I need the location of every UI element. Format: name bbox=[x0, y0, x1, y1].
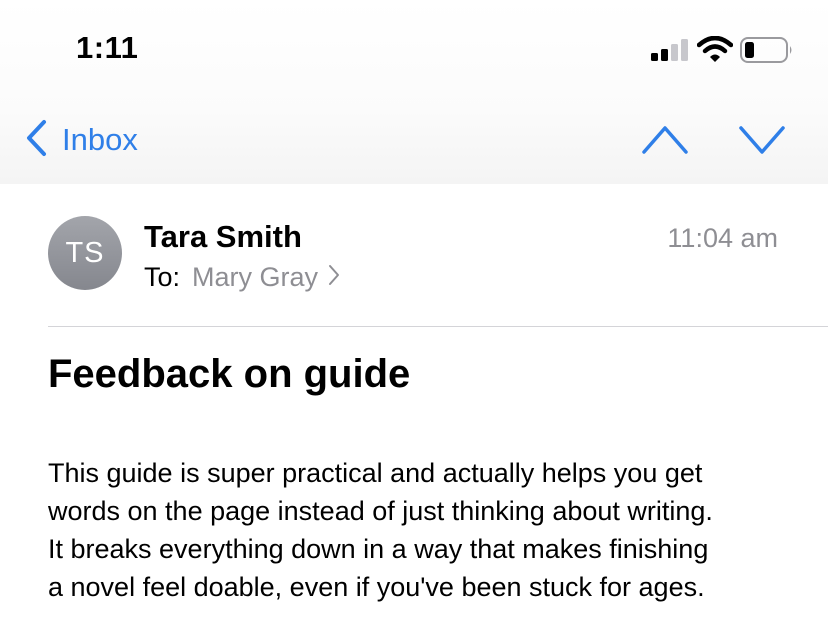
cellular-signal-icon bbox=[651, 38, 689, 67]
sender-name[interactable]: Tara Smith bbox=[144, 219, 302, 255]
chevron-left-icon bbox=[24, 119, 48, 162]
body-line: This guide is super practical and actual… bbox=[48, 458, 703, 488]
body-line: words on the page instead of just thinki… bbox=[48, 496, 713, 526]
avatar[interactable]: TS bbox=[48, 216, 122, 290]
recipients-row[interactable]: To: Mary Gray bbox=[144, 262, 340, 293]
body-line: a novel feel doable, even if you've been… bbox=[48, 572, 705, 602]
avatar-initials: TS bbox=[65, 236, 105, 269]
recipient-name: Mary Gray bbox=[192, 262, 319, 292]
to-label: To: bbox=[144, 262, 181, 292]
message-subject: Feedback on guide bbox=[48, 352, 411, 396]
back-to-inbox-button[interactable]: Inbox bbox=[24, 118, 138, 162]
chevron-down-icon[interactable] bbox=[738, 122, 786, 161]
body-line: It breaks everything down in a way that … bbox=[48, 534, 709, 564]
chevron-up-icon[interactable] bbox=[641, 122, 689, 161]
message-body: This guide is super practical and actual… bbox=[48, 454, 808, 606]
divider bbox=[48, 326, 828, 327]
battery-icon bbox=[740, 37, 794, 68]
chevron-right-icon bbox=[328, 262, 340, 293]
message-timestamp: 11:04 am bbox=[667, 223, 778, 253]
status-time: 1:11 bbox=[76, 30, 139, 65]
back-label: Inbox bbox=[62, 122, 138, 157]
wifi-icon bbox=[696, 35, 734, 67]
